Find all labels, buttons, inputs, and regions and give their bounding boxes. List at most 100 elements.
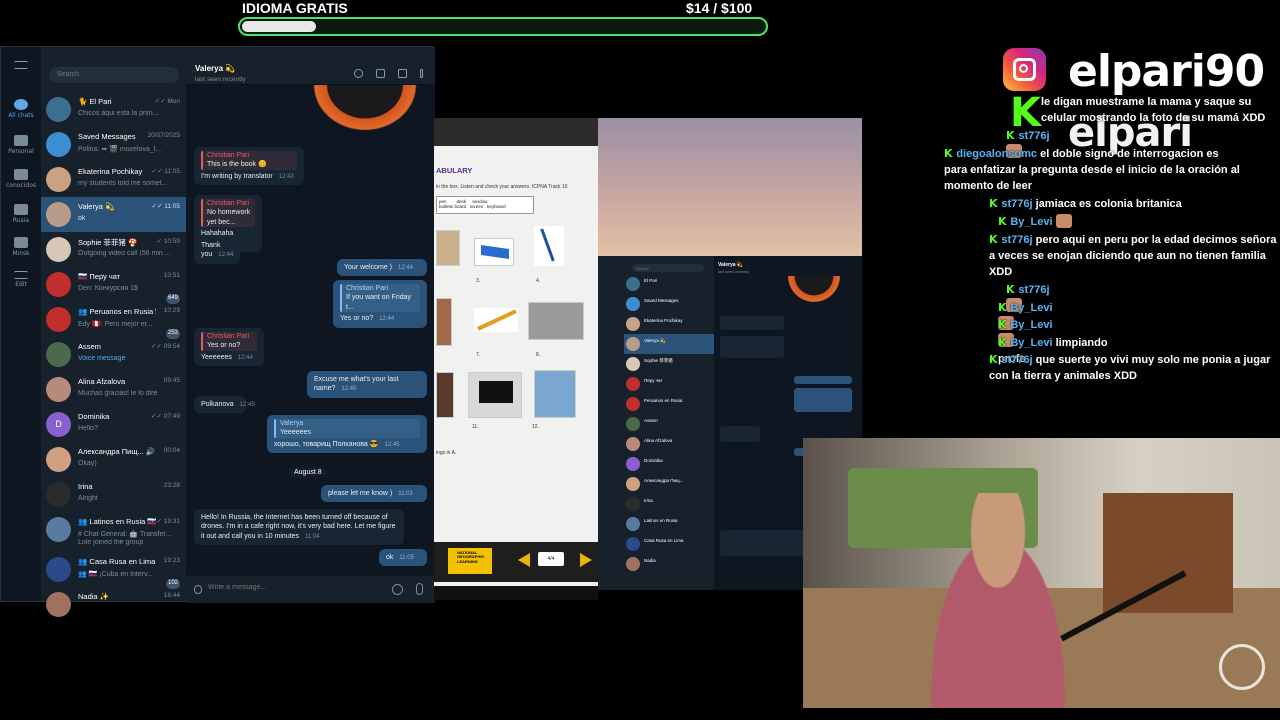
chat-preview: Muchas gracias! le lo diré	[78, 390, 158, 397]
message-bubble[interactable]: Your welcome ) 12:44	[337, 259, 427, 277]
mini-chat-item[interactable]: Sophie 菲菲猪	[624, 354, 714, 374]
chat-list-item[interactable]: 🇷🇺 Перу чат 10:51 Den: Конкурсия 1$ 649	[41, 267, 186, 304]
mini-chat-item[interactable]: Valerya 💫	[624, 334, 714, 354]
chat-list-item[interactable]: Irina 23:28 Alright	[41, 477, 186, 512]
folder-icon	[14, 204, 28, 215]
folder-minsk[interactable]: Minsk	[1, 237, 41, 257]
more-icon[interactable]	[420, 69, 423, 78]
reply-quote[interactable]: Christian Pari If you want on Friday t...	[340, 284, 420, 313]
menu-icon[interactable]	[1, 61, 41, 71]
conversation-title[interactable]: Valerya 💫	[195, 64, 235, 73]
mini-chat-item[interactable]: Saved Messages	[624, 294, 714, 314]
mini-chat-name: Nadia	[644, 558, 656, 563]
reply-quote[interactable]: Christian Pari This is the book 😊	[201, 151, 297, 170]
chat-list-item[interactable]: Saved Messages 20/07/2025 Polina: ➡ 🎬 moze…	[41, 127, 186, 162]
kick-badge-icon: K	[998, 215, 1011, 228]
chat-name: 👥 Latinos en Rusia 🇷🇺	[78, 517, 156, 526]
chat-list-item[interactable]: Ekaterina Pochikay ✓✓ 11:05 my students to…	[41, 162, 186, 197]
avatar	[626, 357, 640, 371]
goal-title: IDIOMA GRATIS	[242, 0, 348, 16]
message-bubble[interactable]: Valerya Yeeeeees хорошо, товарищ Полканова…	[267, 415, 427, 454]
chat-list-item[interactable]: 👥 Peruanos en Rusia 🇷🇺 10:29 Edy 🇵🇪: Pero …	[41, 302, 186, 339]
reply-quote[interactable]: Christian Pari Yes or no?	[201, 332, 257, 351]
mini-chat-item[interactable]: Dominika	[624, 454, 714, 474]
webcam-person	[913, 493, 1083, 708]
message-bubble[interactable]: ok 11:05	[379, 549, 427, 567]
chat-list-item[interactable]: D Dominika ✓✓ 07:49 Hello?	[41, 407, 186, 442]
search-input[interactable]: Search	[49, 67, 179, 83]
next-page-arrow[interactable]	[580, 553, 592, 567]
chat-time: 09:45	[163, 377, 180, 384]
chat-list-item[interactable]: Valerya 💫 ✓✓ 11:05 ok	[41, 197, 186, 232]
message-bubble[interactable]: Christian Pari Yes or no? Yeeeeees 12:44	[194, 328, 264, 367]
mini-chat-name: Saved Messages	[644, 298, 679, 303]
chat-time: 19:23	[163, 557, 180, 564]
attach-icon[interactable]	[194, 585, 202, 594]
instagram-handle: elpari90	[1068, 46, 1265, 97]
mini-chat-item[interactable]: Peruanos en Rusia	[624, 394, 714, 414]
folder-personal[interactable]: Personal	[1, 135, 41, 155]
mini-chat-item[interactable]: Перу чат	[624, 374, 714, 394]
reply-quote[interactable]: Christian Pari No homework yet bec...	[201, 199, 255, 228]
reply-quote[interactable]: Valerya Yeeeeees	[274, 419, 420, 438]
chat-list-item[interactable]: Assem ✓✓ 09:54 Voice message	[41, 337, 186, 372]
chat-list-item[interactable]: 🐈 El Pari ✓✓ Mon Chicos aqui está la prim.…	[41, 92, 186, 127]
mini-chat-item[interactable]: Latinos en Rusia	[624, 514, 714, 534]
mini-chat-item[interactable]: Nadia	[624, 554, 714, 574]
search-icon[interactable]	[354, 69, 363, 78]
mini-chat-item[interactable]: El Pari	[624, 274, 714, 294]
message-bubble[interactable]: Polkanova 12:45	[194, 396, 255, 414]
message-bubble[interactable]: Excuse me what's your last name? 12:45	[307, 371, 427, 398]
avatar	[46, 557, 71, 582]
message-time: 12:45	[384, 441, 400, 448]
chat-name: Nadia ✨	[78, 592, 110, 601]
date-separator: August 8	[288, 467, 328, 478]
mini-search-input[interactable]: Search	[632, 264, 704, 272]
folder-conocidos[interactable]: conocidos	[1, 169, 41, 189]
message-bubble[interactable]: please let me know ) 11:03	[321, 485, 427, 503]
book-picture	[534, 370, 576, 418]
message-input[interactable]	[208, 584, 368, 591]
chat-list-item[interactable]: Sophie 菲菲猪 🍄 ✓ 10:59 Outgoing video call (…	[41, 232, 186, 267]
chat-list-item[interactable]: 👥 Casa Rusa en Lima ... 19:23 👥 🇷🇺 ¡Cuba e…	[41, 552, 186, 589]
chat-time: ✓✓ Mon	[154, 98, 180, 105]
kick-badge-icon: K	[998, 318, 1011, 331]
folder-all-chats[interactable]: All chats	[1, 99, 41, 119]
kick-icon: K	[1010, 90, 1041, 136]
quote-text: Yes or no?	[207, 342, 241, 350]
message-bubble[interactable]: Thank you 12:44	[194, 237, 240, 264]
folder-icon	[14, 169, 28, 180]
folder-icon	[14, 237, 28, 248]
mini-chat-item[interactable]: Casa Rusa en Lima	[624, 534, 714, 554]
chat-time: 10:51	[163, 272, 180, 279]
chat-username: diegoalonsomc	[956, 148, 1038, 160]
chat-list-item[interactable]: Nadia ✨ 18:44	[41, 587, 186, 622]
prev-page-arrow[interactable]	[518, 553, 530, 567]
mini-chat-item[interactable]: Alina Afzalova	[624, 434, 714, 454]
chat-list-item[interactable]: Александра Пищ... 🔊 00:04 Okay)	[41, 442, 186, 477]
message-bubble[interactable]: Christian Pari If you want on Friday t...…	[333, 280, 427, 328]
sidebar-toggle-icon[interactable]	[398, 69, 407, 78]
message-bubble[interactable]: Christian Pari This is the book 😊 I'm writ…	[194, 147, 304, 186]
folder-edit[interactable]: Edit	[1, 271, 41, 288]
chat-list-item[interactable]: Alina Afzalova 09:45 Muchas gracias! le lo…	[41, 372, 186, 407]
item-number: 11.	[472, 424, 479, 430]
phone-icon[interactable]	[376, 69, 385, 78]
avatar	[626, 477, 640, 491]
chat-preview: my students told me somet...	[78, 180, 168, 187]
mini-conversation-title: Valerya 💫	[718, 262, 744, 268]
avatar	[626, 497, 640, 511]
chat-list-item[interactable]: 👥 Latinos en Rusia 🇷🇺 ✓✓ 19:31 # Chat Gene…	[41, 512, 186, 547]
folder-rusia[interactable]: Rusia	[1, 204, 41, 224]
message-bubble[interactable]: Hello! In Russia, the Internet has been …	[194, 509, 404, 546]
mini-chat-item[interactable]: Irina	[624, 494, 714, 514]
mini-chat-item[interactable]: Assem	[624, 414, 714, 434]
emoji-icon[interactable]	[392, 584, 403, 595]
message-time: 12:45	[239, 402, 255, 408]
mini-chat-item[interactable]: Александра Пищ...	[624, 474, 714, 494]
chat-preview: Den: Конкурсия 1$	[78, 285, 138, 292]
chat-time: 10:29	[163, 307, 180, 314]
mini-chat-item[interactable]: Ekaterina Pochikay	[624, 314, 714, 334]
microphone-icon[interactable]	[416, 583, 423, 595]
chat-time: 00:04	[163, 447, 180, 454]
